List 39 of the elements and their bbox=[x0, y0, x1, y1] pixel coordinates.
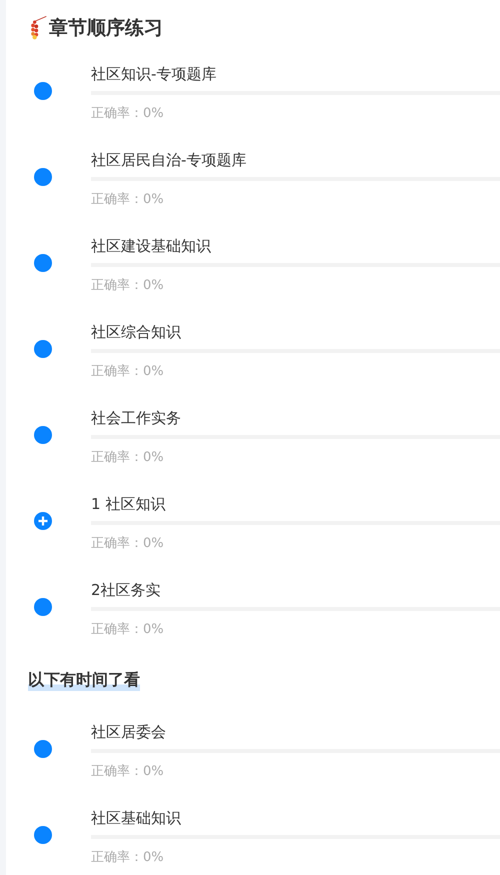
bullet-icon bbox=[34, 340, 52, 358]
accuracy-text: 正确率：0% bbox=[91, 191, 164, 209]
accuracy-text: 正确率：0% bbox=[91, 621, 164, 639]
accuracy-text: 正确率：0% bbox=[91, 277, 164, 295]
bullet-icon bbox=[34, 740, 52, 758]
chapter-item[interactable]: 社区基础知识 正确率：0% bbox=[6, 796, 500, 875]
section-title: 以下有时间了看 bbox=[28, 669, 140, 691]
expand-icon[interactable] bbox=[34, 512, 52, 530]
chapter-item[interactable]: 社区居民自治-专项题库 正确率：0% bbox=[6, 138, 500, 224]
bullet-icon bbox=[34, 82, 52, 100]
bullet-icon bbox=[34, 598, 52, 616]
chapter-title: 2社区务实 bbox=[91, 580, 161, 601]
chapter-title: 社区居委会 bbox=[91, 722, 166, 743]
chapter-title: 1 社区知识 bbox=[91, 494, 166, 515]
chapter-title: 社区建设基础知识 bbox=[91, 236, 211, 257]
chapter-title: 社区居民自治-专项题库 bbox=[91, 150, 246, 171]
chapter-title: 社会工作实务 bbox=[91, 408, 181, 429]
accuracy-text: 正确率：0% bbox=[91, 105, 164, 123]
chapter-item[interactable]: 2社区务实 正确率：0% bbox=[6, 568, 500, 654]
accuracy-text: 正确率：0% bbox=[91, 763, 164, 781]
accuracy-text: 正确率：0% bbox=[91, 535, 164, 553]
bullet-icon bbox=[34, 426, 52, 444]
chapter-title: 社区综合知识 bbox=[91, 322, 181, 343]
chapter-item[interactable]: 社区知识-专项题库 正确率：0% bbox=[6, 52, 500, 138]
bullet-icon bbox=[34, 254, 52, 272]
section-title: 章节顺序练习 bbox=[49, 16, 163, 41]
bullet-icon bbox=[34, 826, 52, 844]
chapter-title: 社区知识-专项题库 bbox=[91, 64, 216, 85]
accuracy-text: 正确率：0% bbox=[91, 363, 164, 381]
bullet-icon bbox=[34, 168, 52, 186]
firecracker-icon bbox=[28, 14, 48, 42]
chapter-item[interactable]: 社会工作实务 正确率：0% bbox=[6, 396, 500, 482]
chapter-item[interactable]: 社区建设基础知识 正确率：0% bbox=[6, 224, 500, 310]
chapter-item[interactable]: 1 社区知识 正确率：0% bbox=[6, 482, 500, 568]
chapter-item[interactable]: 社区综合知识 正确率：0% bbox=[6, 310, 500, 396]
chapter-item[interactable]: 社区居委会 正确率：0% bbox=[6, 710, 500, 796]
chapter-title: 社区基础知识 bbox=[91, 808, 181, 829]
accuracy-text: 正确率：0% bbox=[91, 849, 164, 867]
accuracy-text: 正确率：0% bbox=[91, 449, 164, 467]
